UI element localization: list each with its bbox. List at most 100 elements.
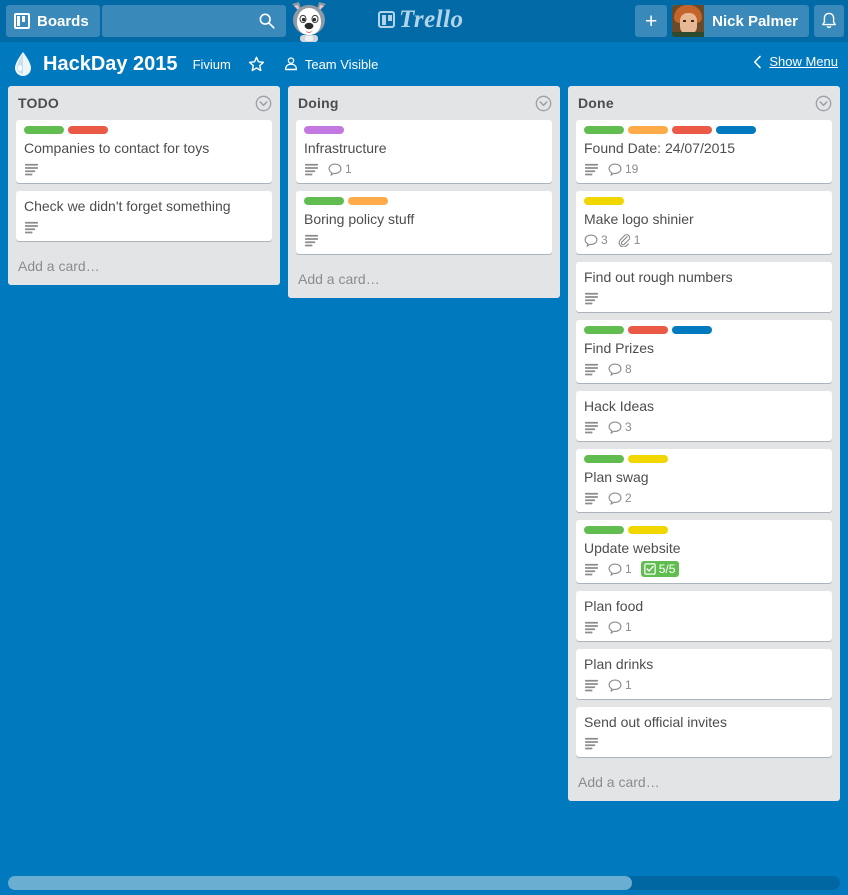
board-canvas: TODO Companies to contact for toys Check … xyxy=(0,86,848,871)
organization-name[interactable]: Fivium xyxy=(193,57,231,72)
card[interactable]: Companies to contact for toys xyxy=(16,120,272,183)
card[interactable]: Check we didn't forget something xyxy=(16,191,272,241)
description-badge xyxy=(584,492,599,505)
card-label[interactable] xyxy=(628,326,668,334)
list-cards: Found Date: 24/07/2015 19 Make logo shinie… xyxy=(568,120,840,765)
water-drop-icon xyxy=(15,52,31,76)
description-icon xyxy=(25,221,38,233)
add-button[interactable]: + xyxy=(635,5,668,37)
horizontal-scrollbar-track[interactable] xyxy=(0,871,848,895)
card-label[interactable] xyxy=(672,326,712,334)
card[interactable]: Found Date: 24/07/2015 19 xyxy=(576,120,832,183)
card[interactable]: Find out rough numbers xyxy=(576,262,832,312)
card-title: Plan drinks xyxy=(584,656,654,672)
card-label[interactable] xyxy=(716,126,756,134)
trello-logo[interactable]: Trello xyxy=(378,7,464,32)
card[interactable]: Hack Ideas 3 xyxy=(576,391,832,441)
card-label[interactable] xyxy=(584,126,624,134)
card-badges: 8 xyxy=(584,360,824,378)
card[interactable]: Plan swag 2 xyxy=(576,449,832,512)
card-title: Infrastructure xyxy=(304,140,387,156)
card-labels xyxy=(24,126,264,134)
comment-icon xyxy=(608,362,622,376)
description-icon xyxy=(585,621,598,633)
description-icon xyxy=(585,563,598,575)
card-labels xyxy=(584,197,824,205)
bell-icon xyxy=(822,12,836,29)
list-todo: TODO Companies to contact for toys Check … xyxy=(8,86,280,285)
card-labels xyxy=(584,526,824,534)
card-title: Find out rough numbers xyxy=(584,269,733,285)
plus-icon: + xyxy=(644,9,658,33)
card-label[interactable] xyxy=(24,126,64,134)
card-labels xyxy=(304,197,544,205)
list-cards: Infrastructure 1 Boring policy stuff xyxy=(288,120,560,262)
board-icon xyxy=(14,13,30,29)
card-title: Companies to contact for toys xyxy=(24,140,210,156)
card[interactable]: Update website 1 5/5 xyxy=(576,520,832,583)
notifications-button[interactable] xyxy=(814,5,844,37)
card-label[interactable] xyxy=(584,526,624,534)
card-label[interactable] xyxy=(584,455,624,463)
star-icon[interactable] xyxy=(248,56,265,73)
card-label[interactable] xyxy=(68,126,108,134)
add-card-button[interactable]: Add a card… xyxy=(568,765,840,801)
team-visibility-icon xyxy=(284,57,297,71)
card-title: Plan swag xyxy=(584,469,649,485)
show-menu-label: Show Menu xyxy=(769,54,838,69)
add-card-button[interactable]: Add a card… xyxy=(288,262,560,298)
card[interactable]: Boring policy stuff xyxy=(296,191,552,254)
card[interactable]: Send out official invites xyxy=(576,707,832,757)
avatar xyxy=(672,5,705,37)
chevron-left-icon xyxy=(754,55,762,68)
description-badge xyxy=(304,163,319,176)
card[interactable]: Plan drinks 1 xyxy=(576,649,832,699)
card-label[interactable] xyxy=(584,197,624,205)
taco-husky-icon xyxy=(292,2,326,42)
add-card-button[interactable]: Add a card… xyxy=(8,249,280,285)
member-menu-button[interactable]: Nick Palmer xyxy=(672,5,809,37)
boards-button[interactable]: Boards xyxy=(6,5,100,37)
comment-icon xyxy=(608,491,622,505)
card-label[interactable] xyxy=(628,126,668,134)
show-menu-button[interactable]: Show Menu xyxy=(753,54,838,69)
card-badges xyxy=(24,160,264,178)
list-menu-icon[interactable] xyxy=(535,95,552,112)
comments-count: 8 xyxy=(625,362,632,376)
card-title: Update website xyxy=(584,540,681,556)
card-label[interactable] xyxy=(348,197,388,205)
card-label[interactable] xyxy=(304,197,344,205)
attachments-count: 1 xyxy=(633,233,641,247)
description-icon xyxy=(585,292,598,304)
list-menu-icon[interactable] xyxy=(255,95,272,112)
description-badge xyxy=(584,737,599,750)
card[interactable]: Find Prizes 8 xyxy=(576,320,832,383)
board-visibility-button[interactable]: Team Visible xyxy=(283,56,378,72)
card-label[interactable] xyxy=(672,126,712,134)
card-title: Hack Ideas xyxy=(584,398,655,414)
comments-count: 19 xyxy=(625,162,639,176)
comment-icon xyxy=(608,420,622,434)
list-done: Done Found Date: 24/07/2015 19 Make logo s… xyxy=(568,86,840,801)
attachment-icon xyxy=(618,234,630,247)
card[interactable]: Make logo shinier 3 1 xyxy=(576,191,832,254)
card-label[interactable] xyxy=(584,326,624,334)
comments-badge: 3 xyxy=(584,233,608,247)
description-badge xyxy=(24,221,39,234)
card-badges xyxy=(584,734,824,752)
card-label[interactable] xyxy=(304,126,344,134)
horizontal-scrollbar-thumb[interactable] xyxy=(8,876,632,890)
list-menu-icon[interactable] xyxy=(815,95,832,112)
board-header: HackDay 2015 Fivium Team Visible Show Me… xyxy=(0,42,848,86)
card[interactable]: Plan food 1 xyxy=(576,591,832,641)
description-badge xyxy=(584,163,599,176)
card-label[interactable] xyxy=(628,526,668,534)
search-input[interactable] xyxy=(102,5,286,37)
comments-count: 3 xyxy=(625,420,632,434)
card[interactable]: Infrastructure 1 xyxy=(296,120,552,183)
comments-badge: 8 xyxy=(608,362,632,376)
card-label[interactable] xyxy=(628,455,668,463)
card-title: Found Date: 24/07/2015 xyxy=(584,140,736,156)
comments-badge: 3 xyxy=(608,420,632,434)
list-doing: Doing Infrastructure 1 Boring policy stuff… xyxy=(288,86,560,298)
